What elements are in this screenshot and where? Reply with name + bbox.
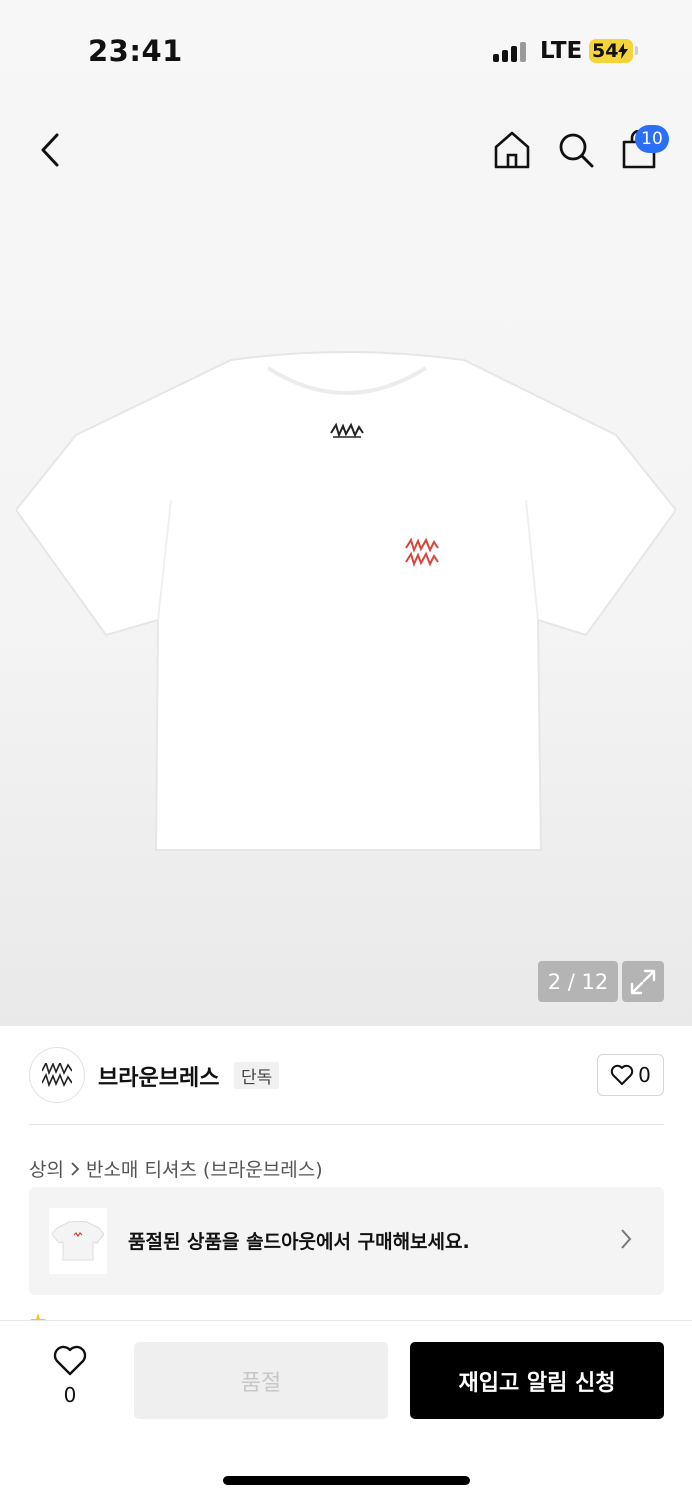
chevron-left-icon — [41, 133, 59, 167]
cart-count-badge: 10 — [635, 125, 669, 153]
brand-like-count: 0 — [638, 1063, 651, 1087]
brand-like-button[interactable]: 0 — [597, 1054, 664, 1096]
exclusive-tag: 단독 — [234, 1062, 280, 1089]
wishlist-button[interactable]: 0 — [44, 1345, 96, 1407]
soldout-thumbnail — [49, 1208, 107, 1274]
star-icon — [30, 1313, 46, 1320]
home-button[interactable] — [490, 128, 534, 172]
chevron-right-icon — [71, 1161, 80, 1176]
network-type: LTE — [540, 38, 583, 64]
wishlist-count: 0 — [63, 1383, 77, 1407]
product-image-area[interactable]: 23:41 LTE 54 10 2 / 12 — [0, 0, 692, 1026]
product-tshirt-image — [16, 351, 676, 851]
home-icon — [494, 131, 530, 169]
status-time: 23:41 — [88, 34, 183, 68]
home-indicator[interactable] — [223, 1476, 470, 1485]
soldout-market-banner[interactable]: 품절된 상품을 솔드아웃에서 구매해보세요. — [29, 1187, 664, 1295]
battery-tip — [635, 46, 638, 55]
breadcrumb: 상의 반소매 티셔츠 (브라운브레스) — [29, 1155, 323, 1182]
chevron-right-icon — [621, 1229, 632, 1249]
signal-icon — [493, 42, 527, 62]
charging-bolt-icon — [618, 43, 629, 59]
section-divider — [29, 1124, 664, 1125]
battery-level: 54 — [592, 40, 619, 62]
expand-icon — [630, 969, 656, 994]
battery-indicator: 54 — [589, 39, 633, 63]
tshirt-thumbnail-icon — [52, 1221, 104, 1261]
heart-icon — [610, 1064, 634, 1085]
brand-logo-mark — [42, 1063, 72, 1087]
search-button[interactable] — [554, 128, 598, 172]
rating-row-partial — [29, 1312, 329, 1320]
soldout-banner-text: 품절된 상품을 솔드아웃에서 구매해보세요. — [128, 1231, 470, 1253]
soldout-button: 품절 — [134, 1342, 388, 1419]
status-bar: 23:41 LTE 54 — [0, 0, 692, 100]
heart-icon — [53, 1345, 87, 1376]
image-counter: 2 / 12 — [538, 961, 618, 1002]
restock-alert-button[interactable]: 재입고 알림 신청 — [410, 1342, 664, 1419]
breadcrumb-category[interactable]: 상의 — [29, 1155, 64, 1182]
brand-name[interactable]: 브라운브레스 — [98, 1060, 219, 1092]
expand-image-button[interactable] — [622, 961, 664, 1002]
back-button[interactable] — [30, 130, 70, 170]
breadcrumb-subcategory[interactable]: 반소매 티셔츠 (브라운브레스) — [86, 1155, 323, 1182]
search-icon — [559, 133, 594, 168]
brand-logo[interactable] — [29, 1047, 85, 1103]
